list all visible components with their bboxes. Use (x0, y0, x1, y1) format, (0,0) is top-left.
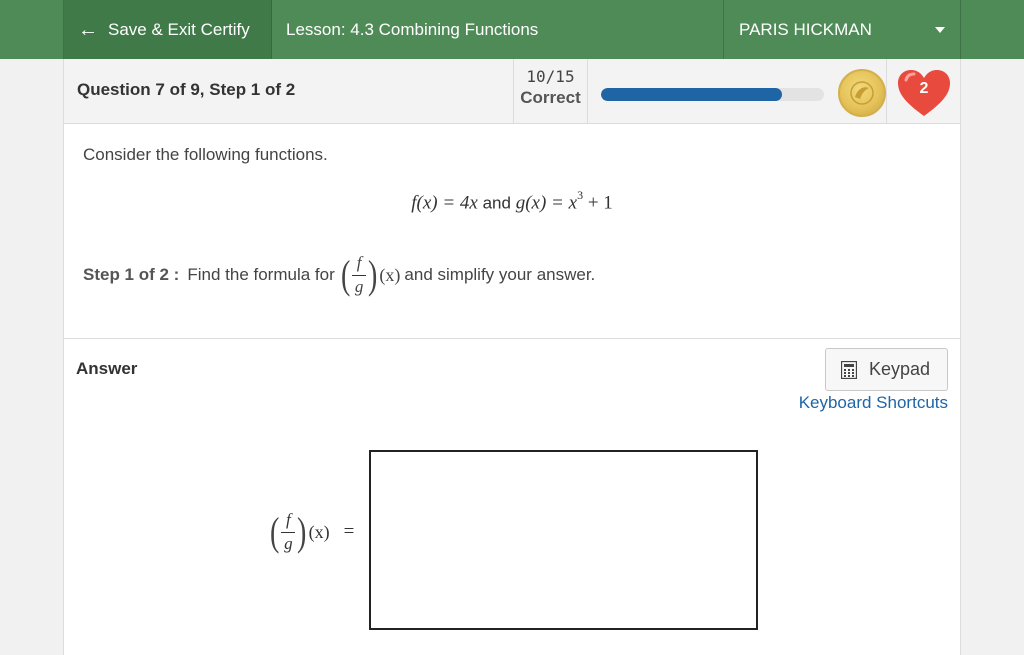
right-paren: ) (297, 509, 307, 555)
score-box: 10/15 Correct (513, 59, 588, 123)
f-over-g-expression: ( f g ) (x) (339, 252, 401, 298)
keypad-button[interactable]: Keypad (825, 348, 948, 391)
g-definition-exponent: 3 (577, 188, 584, 202)
step-text-after: and simplify your answer. (404, 265, 596, 285)
question-panel: Question 7 of 9, Step 1 of 2 10/15 Corre… (63, 59, 961, 655)
right-paren: ) (368, 252, 378, 298)
answer-label: Answer (76, 359, 138, 378)
step-instruction: Step 1 of 2 : Find the formula for ( f g… (83, 252, 596, 298)
question-progress-text: Question 7 of 9, Step 1 of 2 (77, 80, 296, 99)
progress-bar (601, 88, 824, 101)
fraction-denominator: g (284, 533, 293, 553)
g-definition-base: g(x) = x (515, 192, 578, 214)
top-bar: ← Save & Exit Certify Lesson: 4.3 Combin… (0, 0, 1024, 59)
user-name: PARIS HICKMAN (739, 19, 872, 39)
coin-icon (838, 69, 886, 117)
of-x: (x) (379, 264, 401, 285)
fraction-stack: f g (281, 510, 296, 553)
of-x: (x) (308, 521, 330, 542)
lives-count: 2 (919, 80, 929, 97)
g-definition-tail: + 1 (583, 192, 613, 214)
left-paren: ( (269, 509, 280, 555)
fraction-numerator: f (356, 253, 362, 272)
user-menu[interactable]: PARIS HICKMAN (723, 0, 960, 59)
and-word: and (482, 193, 511, 213)
arrow-left-icon: ← (78, 18, 98, 41)
save-exit-button[interactable]: ← Save & Exit Certify (64, 0, 272, 59)
fraction-bar (352, 274, 367, 276)
answer-input[interactable] (369, 450, 758, 630)
score-label: Correct (520, 88, 581, 107)
calculator-icon (841, 360, 857, 379)
progress-bar-fill (601, 88, 782, 101)
step-text-before: Find the formula for (187, 265, 335, 285)
f-definition: f(x) = 4x (411, 192, 478, 214)
answer-f-over-g: ( f g ) (x) (268, 509, 330, 555)
caret-down-icon (935, 27, 945, 33)
left-paren: ( (340, 252, 351, 298)
question-header: Question 7 of 9, Step 1 of 2 10/15 Corre… (64, 59, 960, 124)
save-exit-label: Save & Exit Certify (108, 19, 250, 39)
step-label: Step 1 of 2 : (83, 265, 180, 285)
lesson-title: Lesson: 4.3 Combining Functions (286, 19, 539, 39)
top-bar-inner: ← Save & Exit Certify Lesson: 4.3 Combin… (63, 0, 961, 59)
keypad-label: Keypad (869, 359, 931, 379)
function-definitions: f(x) = 4x and g(x) = x3 + 1 (64, 188, 960, 214)
lives-indicator: 2 (886, 59, 960, 123)
score-fraction: 10/15 (526, 67, 575, 86)
equals-sign: = (343, 521, 355, 543)
question-intro: Consider the following functions. (83, 145, 328, 164)
fraction-numerator: f (285, 510, 291, 529)
fraction-stack: f g (352, 253, 367, 296)
keyboard-shortcuts-link[interactable]: Keyboard Shortcuts (799, 393, 948, 413)
fraction-bar (281, 531, 296, 533)
answer-lhs: ( f g ) (x) = (264, 509, 355, 555)
fraction-denominator: g (354, 276, 364, 296)
question-body: Consider the following functions. f(x) =… (64, 124, 960, 339)
